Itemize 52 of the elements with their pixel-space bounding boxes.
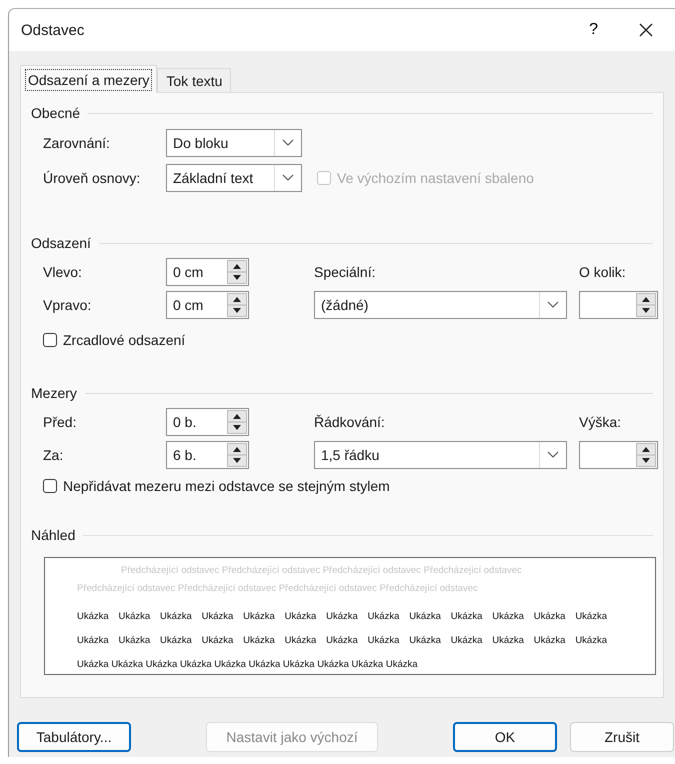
field-label: Vpravo: (43, 296, 92, 312)
preview-text: Ukázka Ukázka Ukázka Ukázka Ukázka Ukázka Ukázka Ukázka Ukázka Ukázka Ukázka Ukázka Ukázka (77, 610, 607, 624)
field-label: Za: (43, 446, 64, 462)
dropdown[interactable]: 1,5 řádku (314, 440, 567, 468)
dropdown[interactable]: (žádné) (314, 290, 567, 318)
dropdown[interactable]: Do bloku (166, 128, 302, 156)
spin-field[interactable] (579, 440, 658, 468)
tab[interactable]: Tok textu (157, 68, 232, 92)
chevron-down-icon (282, 138, 294, 146)
spinner-arrows-icon[interactable] (227, 410, 247, 434)
section-heading: Náhled (31, 527, 76, 543)
preview-text: Předcházející odstavec Předcházející odstavec Předcházející odstavec Předcházející odstavec (77, 583, 479, 596)
spinner-arrows-icon[interactable] (636, 292, 656, 316)
checkbox-label: Zrcadlové odsazení (63, 332, 186, 348)
field-label: Před: (43, 414, 78, 430)
chevron-down-icon (547, 450, 559, 458)
spin-field[interactable] (579, 290, 658, 318)
field-label: Zarovnání: (43, 134, 111, 150)
field-label: Řádkování: (314, 414, 386, 430)
field-label: O kolik: (579, 264, 627, 280)
spinner-arrows-icon[interactable] (227, 292, 247, 316)
spinner-arrows-icon[interactable] (227, 442, 247, 466)
checkbox-label: Ve výchozím nastavení sbaleno (337, 170, 534, 186)
chevron-down-icon (282, 174, 294, 182)
spinner-arrows-icon[interactable] (636, 442, 656, 466)
preview-text: Ukázka Ukázka Ukázka Ukázka Ukázka Ukázka Ukázka Ukázka Ukázka Ukázka Ukázka Ukázka Ukázka (77, 634, 607, 648)
chevron-down-icon (547, 300, 559, 308)
checkbox[interactable] (43, 333, 57, 347)
spin-field[interactable]: 0 cm (166, 290, 249, 318)
checkbox-label: Nepřidávat mezeru mezi odstavce se stejným stylem (63, 478, 390, 494)
button[interactable]: OK (453, 722, 557, 752)
field-label: Výška: (579, 414, 622, 430)
tab[interactable]: Odsazení a mezery (20, 65, 158, 93)
spin-field[interactable]: 0 cm (166, 258, 249, 286)
button[interactable]: Tabulátory... (17, 722, 131, 752)
checkbox[interactable] (43, 479, 57, 493)
section-heading: Obecné (31, 105, 80, 121)
window-title: Odstavec (21, 22, 86, 38)
close-icon[interactable] (638, 22, 654, 38)
spin-field[interactable]: 6 b. (166, 440, 249, 468)
preview-text: Předcházející odstavec Předcházející odstavec Předcházející odstavec Předcházející odstavec (120, 565, 523, 578)
spinner-arrows-icon[interactable] (227, 260, 247, 284)
section-heading: Mezery (31, 385, 77, 401)
field-label: Vlevo: (43, 264, 83, 280)
field-label: Speciální: (314, 264, 376, 280)
preview-text: Ukázka Ukázka Ukázka Ukázka Ukázka Ukázka Ukázka Ukázka Ukázka Ukázka (77, 658, 419, 672)
help-button[interactable]: ? (585, 21, 602, 39)
dropdown[interactable]: Základní text (166, 164, 302, 192)
field-label: Úroveň osnovy: (43, 170, 142, 186)
spin-field[interactable]: 0 b. (166, 408, 249, 436)
button[interactable]: Zrušit (570, 722, 674, 752)
section-heading: Odsazení (31, 235, 91, 251)
